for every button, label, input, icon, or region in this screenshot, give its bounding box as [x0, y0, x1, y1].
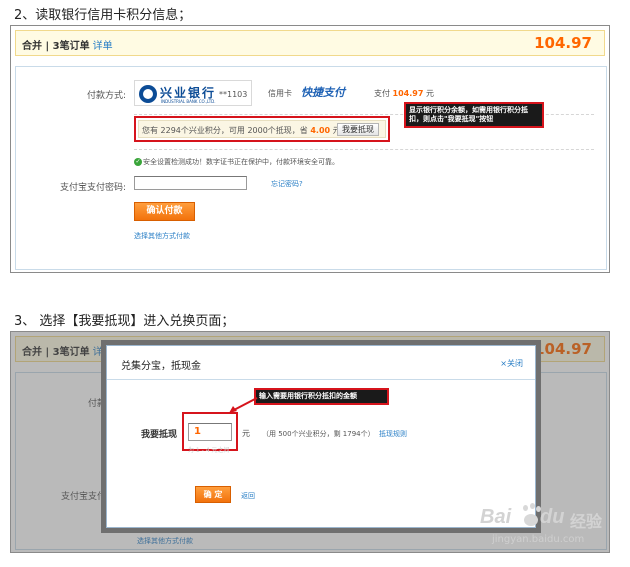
callout-points-balance: 显示银行积分余额，如需用银行积分抵扣，则点击"我要抵现"按钮: [404, 102, 544, 128]
redeem-amount-input[interactable]: 1: [188, 423, 232, 441]
redeem-dialog: 兑集分宝，抵现金 ×关闭 我要抵现 1 元 （用 500个兴业积分，剩 1794…: [106, 345, 536, 528]
dialog-frame: 兑集分宝，抵现金 ×关闭 我要抵现 1 元 （用 500个兴业积分，剩 1794…: [101, 340, 541, 533]
watermark-brand: Bai: [480, 506, 512, 528]
order-amount: 104.97: [534, 34, 592, 52]
paw-icon: [524, 514, 538, 526]
watermark-brand-cn: 经验: [570, 512, 603, 531]
forgot-password-link[interactable]: 忘记密码?: [271, 179, 303, 189]
confirm-payment-button[interactable]: 确认付款: [134, 202, 195, 221]
dialog-close-button[interactable]: ×关闭: [500, 358, 523, 369]
divider: [134, 149, 594, 150]
dialog-title: 兑集分宝，抵现金: [121, 361, 201, 372]
dialog-divider: [107, 379, 535, 380]
dialog-confirm-button[interactable]: 确 定: [195, 486, 231, 503]
other-payment-methods-link[interactable]: 选择其他方式付款: [134, 231, 190, 241]
card-type: 信用卡: [268, 89, 292, 98]
amount-hint: 为 1 - 4 元之间: [188, 447, 230, 454]
redeem-amount-label: 我要抵现: [140, 430, 177, 440]
points-usage-note: （用 500个兴业积分，剩 1794个）: [262, 430, 375, 438]
payment-panel: 付款方式: 兴业银行 INDUSTRIAL BANK CO.,LTD. **11…: [15, 66, 607, 270]
baidu-jingyan-watermark: Bai du 经验 jingyan.baidu.com: [480, 500, 620, 560]
quickpay-logo: 快捷支付: [301, 86, 345, 99]
order-detail-link[interactable]: 详单: [93, 41, 113, 52]
callout-enter-amount: 输入需要用银行积分抵扣的金额: [254, 388, 389, 405]
screenshot-points-info: 合并 | 3笔订单 详单 104.97 付款方式: 兴业银行 INDUSTRIAL…: [10, 25, 610, 273]
order-summary-bar: 合并 | 3笔订单 详单 104.97: [15, 30, 605, 56]
amount-unit: 元: [242, 429, 250, 438]
alipay-password-input[interactable]: [134, 176, 247, 190]
check-circle-icon: ✓: [134, 158, 142, 166]
payment-method-label: 付款方式:: [86, 91, 126, 101]
card-tail: **1103: [219, 90, 248, 99]
redeem-amount-value: 1: [194, 426, 201, 437]
order-label: 合并 | 3笔订单 详单: [22, 41, 113, 52]
step2-title: 2、读取银行信用卡积分信息；: [14, 8, 192, 23]
redeem-points-button[interactable]: 我要抵现: [337, 123, 379, 136]
alipay-password-label: 支付宝支付密码:: [59, 183, 126, 193]
bank-subtext: INDUSTRIAL BANK CO.,LTD.: [161, 99, 216, 104]
points-saving: 4.00: [310, 126, 331, 135]
paw-toe-icon: [530, 503, 535, 509]
industrial-bank-logo-icon: [139, 85, 157, 103]
paw-toe-icon: [523, 505, 528, 511]
callout-arrow: [229, 397, 258, 413]
redeem-rules-link[interactable]: 抵现规则: [379, 429, 407, 439]
points-info: 您有 2294个兴业积分，可用 2000个抵现，省 4.00 元: [142, 126, 341, 135]
bank-card-selector[interactable]: 兴业银行 INDUSTRIAL BANK CO.,LTD. **1103: [134, 80, 252, 106]
step3-title: 3、 选择【我要抵现】进入兑换页面；: [14, 314, 235, 329]
pay-amount-line: 支付 104.97 元: [374, 89, 434, 98]
security-notice: ✓ 安全设置检测成功！数字证书正在保护中，付款环境安全可靠。: [134, 158, 339, 166]
dialog-back-link[interactable]: 返回: [241, 491, 255, 501]
watermark-brand-tail: du: [540, 506, 565, 528]
points-bar: 您有 2294个兴业积分，可用 2000个抵现，省 4.00 元 我要抵现: [138, 120, 386, 138]
watermark-url: jingyan.baidu.com: [492, 534, 585, 545]
